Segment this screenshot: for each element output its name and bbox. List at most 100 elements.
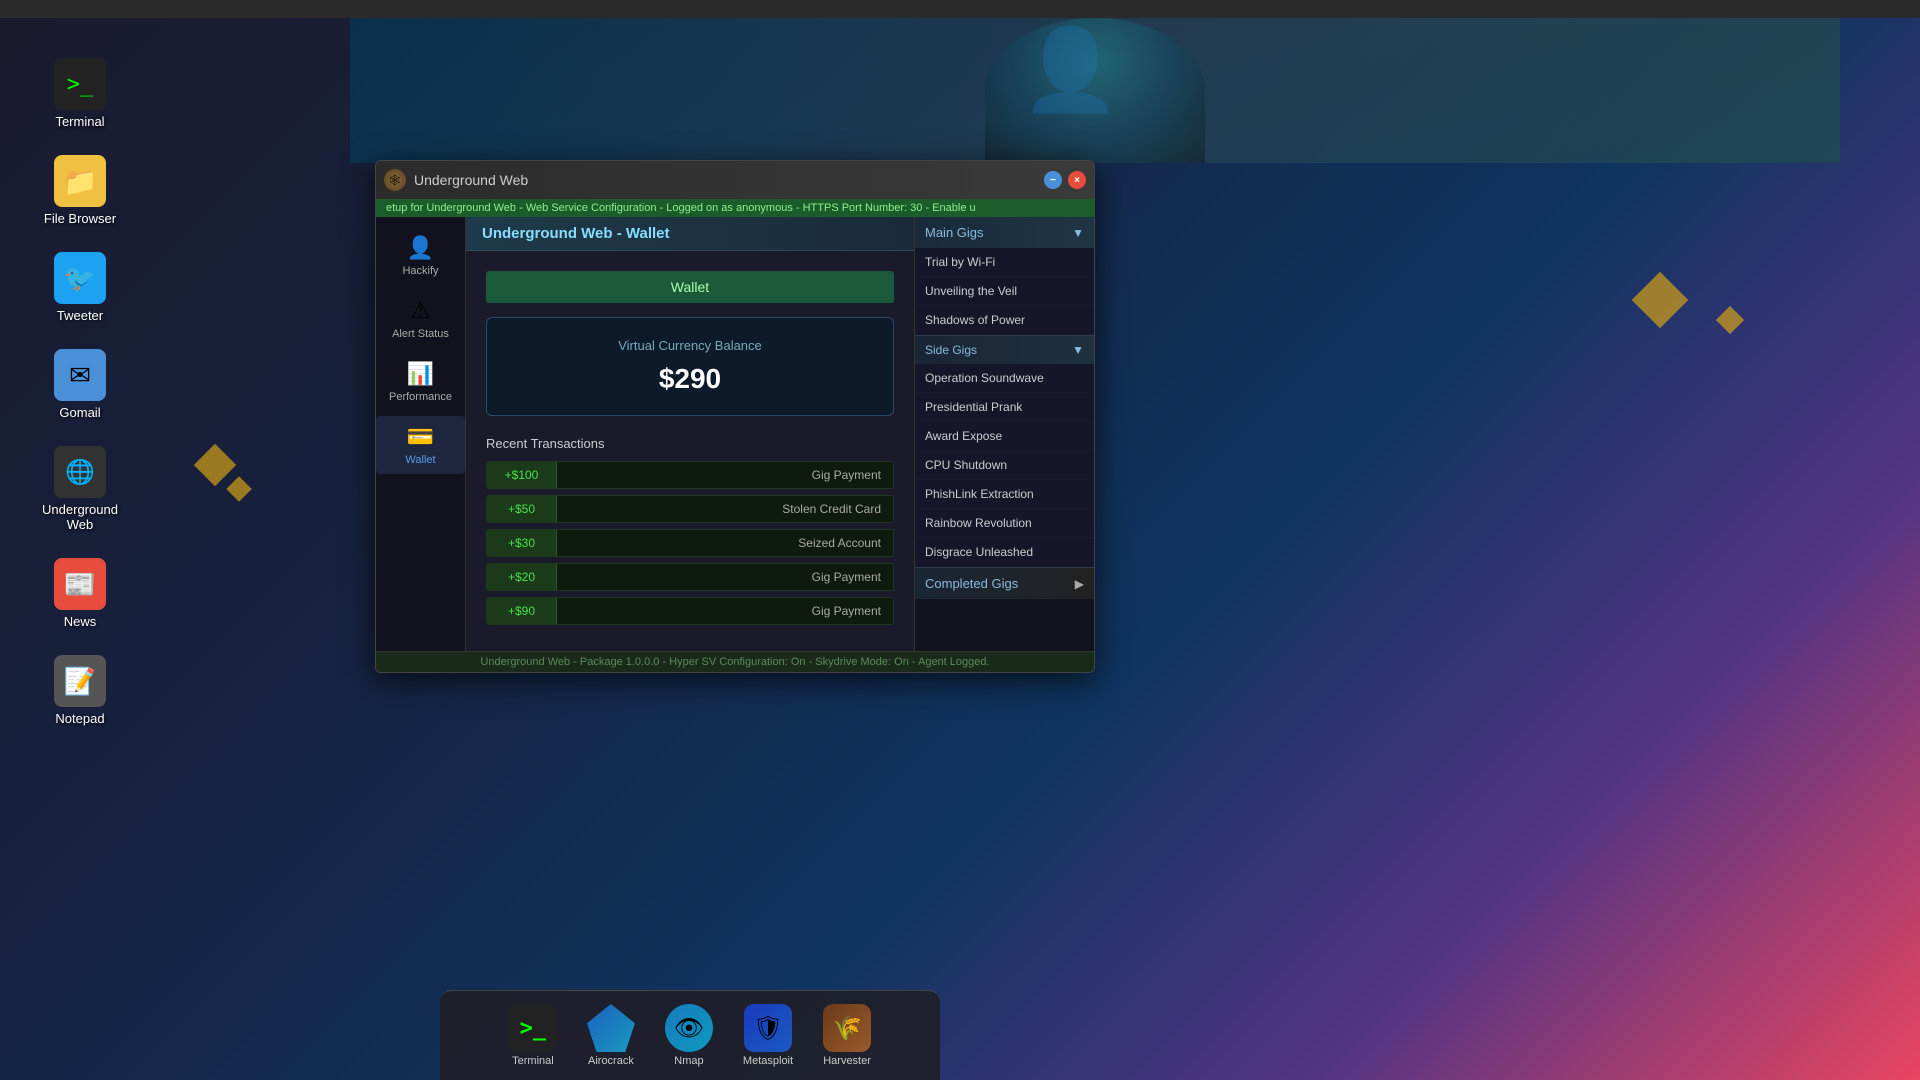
content-body: Wallet Virtual Currency Balance $290 Rec…	[466, 251, 914, 651]
tx-amount-4: +$90	[487, 598, 557, 624]
tx-desc-4: Gig Payment	[557, 598, 893, 624]
gig-operation-soundwave[interactable]: Operation Soundwave	[915, 364, 1094, 393]
taskbar-metasploit[interactable]: 🛡 Metasploit	[738, 999, 798, 1072]
tweeter-label: Tweeter	[57, 308, 103, 323]
gig-shadows-power[interactable]: Shadows of Power	[915, 306, 1094, 335]
gig-cpu-shutdown[interactable]: CPU Shutdown	[915, 451, 1094, 480]
desktop-icon-tweeter[interactable]: 🐦 Tweeter	[30, 244, 130, 331]
gig-disgrace-unleashed[interactable]: Disgrace Unleashed	[915, 538, 1094, 567]
sidebar-item-wallet[interactable]: 💳 Wallet	[376, 416, 465, 474]
transaction-row-4: +$90 Gig Payment	[486, 597, 894, 625]
gomail-label: Gomail	[59, 405, 100, 420]
diamond-deco-1	[1632, 272, 1689, 329]
window-close-button[interactable]: ×	[1068, 171, 1086, 189]
taskbar-top	[0, 0, 1920, 18]
tx-amount-3: +$20	[487, 564, 557, 590]
gig-rainbow-revolution[interactable]: Rainbow Revolution	[915, 509, 1094, 538]
taskbar-harvester[interactable]: 🌾 Harvester	[818, 999, 876, 1072]
taskbar-metasploit-label: Metasploit	[743, 1055, 793, 1067]
window-controls: − ×	[1044, 171, 1086, 189]
wallet-icon: 💳	[407, 424, 434, 450]
tx-desc-3: Gig Payment	[557, 564, 893, 590]
tx-amount-1: +$50	[487, 496, 557, 522]
app-window: 🕸 Underground Web − × etup for Undergrou…	[375, 160, 1095, 673]
taskbar-nmap-label: Nmap	[674, 1055, 703, 1067]
wallet-label: Wallet	[405, 454, 435, 466]
tx-amount-0: +$100	[487, 462, 557, 488]
balance-title: Virtual Currency Balance	[507, 338, 873, 353]
desktop-icon-terminal[interactable]: >_ Terminal	[30, 50, 130, 137]
performance-label: Performance	[389, 391, 452, 403]
news-label: News	[64, 614, 97, 629]
tweeter-icon: 🐦	[54, 252, 106, 304]
notepad-icon: 📝	[54, 655, 106, 707]
side-gigs-label: Side Gigs	[925, 343, 977, 357]
window-title: Underground Web	[414, 172, 1036, 188]
content-header: Underground Web - Wallet	[466, 217, 914, 251]
taskbar-terminal[interactable]: >_ Terminal	[504, 999, 562, 1072]
balance-card: Virtual Currency Balance $290	[486, 317, 894, 416]
taskbar-harvester-icon: 🌾	[823, 1004, 871, 1052]
sidebar: 👤 Hackify ⚠ Alert Status 📊 Performance 💳…	[376, 217, 466, 651]
transaction-row-0: +$100 Gig Payment	[486, 461, 894, 489]
portrait-area: 👤	[350, 18, 1840, 163]
taskbar-airocrack-label: Airocrack	[588, 1055, 634, 1067]
taskbar-metasploit-icon: 🛡	[744, 1004, 792, 1052]
window-minimize-button[interactable]: −	[1044, 171, 1062, 189]
gomail-icon: ✉	[54, 349, 106, 401]
gig-trial-wifi[interactable]: Trial by Wi-Fi	[915, 248, 1094, 277]
hackify-label: Hackify	[402, 265, 438, 277]
completed-gigs-header[interactable]: Completed Gigs ▶	[915, 567, 1094, 599]
window-app-icon: 🕸	[384, 169, 406, 191]
taskbar-harvester-label: Harvester	[823, 1055, 871, 1067]
taskbar-airocrack-icon	[587, 1004, 635, 1052]
desktop-icon-news[interactable]: 📰 News	[30, 550, 130, 637]
sidebar-item-hackify[interactable]: 👤 Hackify	[376, 227, 465, 285]
diamond-deco-5	[194, 444, 236, 486]
completed-gigs-label: Completed Gigs	[925, 576, 1018, 591]
underground-web-icon: 🌐	[54, 446, 106, 498]
main-gigs-header[interactable]: Main Gigs ▼	[915, 217, 1094, 248]
main-gigs-label: Main Gigs	[925, 225, 984, 240]
tx-desc-0: Gig Payment	[557, 462, 893, 488]
window-body: 👤 Hackify ⚠ Alert Status 📊 Performance 💳…	[376, 217, 1094, 651]
sidebar-item-alert-status[interactable]: ⚠ Alert Status	[376, 290, 465, 348]
news-icon: 📰	[54, 558, 106, 610]
status-bar: Underground Web - Package 1.0.0.0 - Hype…	[376, 651, 1094, 672]
transaction-row-3: +$20 Gig Payment	[486, 563, 894, 591]
transactions-title: Recent Transactions	[486, 436, 894, 451]
gig-award-expose[interactable]: Award Expose	[915, 422, 1094, 451]
completed-gigs-arrow: ▶	[1075, 577, 1084, 591]
desktop-icon-area: >_ Terminal 📁 File Browser 🐦 Tweeter ✉ G…	[0, 0, 160, 1080]
file-browser-label: File Browser	[44, 211, 116, 226]
main-gigs-chevron: ▼	[1072, 226, 1084, 240]
taskbar-nmap[interactable]: 👁 Nmap	[660, 999, 718, 1072]
desktop-icon-notepad[interactable]: 📝 Notepad	[30, 647, 130, 734]
transaction-row-2: +$30 Seized Account	[486, 529, 894, 557]
performance-icon: 📊	[407, 361, 434, 387]
transactions-section: Recent Transactions +$100 Gig Payment +$…	[486, 436, 894, 625]
side-gigs-header[interactable]: Side Gigs ▼	[915, 335, 1094, 364]
underground-web-label: Underground Web	[38, 502, 122, 532]
sidebar-item-performance[interactable]: 📊 Performance	[376, 353, 465, 411]
right-panel: Main Gigs ▼ Trial by Wi-Fi Unveiling the…	[914, 217, 1094, 651]
taskbar-nmap-icon: 👁	[665, 1004, 713, 1052]
gig-unveiling-veil[interactable]: Unveiling the Veil	[915, 277, 1094, 306]
balance-amount: $290	[507, 363, 873, 395]
alert-status-icon: ⚠	[411, 298, 431, 324]
desktop-icon-gomail[interactable]: ✉ Gomail	[30, 341, 130, 428]
desktop-icon-file-browser[interactable]: 📁 File Browser	[30, 147, 130, 234]
tx-desc-1: Stolen Credit Card	[557, 496, 893, 522]
file-browser-icon: 📁	[54, 155, 106, 207]
gig-phishlink-extraction[interactable]: PhishLink Extraction	[915, 480, 1094, 509]
terminal-icon: >_	[54, 58, 106, 110]
window-titlebar: 🕸 Underground Web − ×	[376, 161, 1094, 199]
gig-presidential-prank[interactable]: Presidential Prank	[915, 393, 1094, 422]
side-gigs-chevron: ▼	[1072, 343, 1084, 357]
taskbar-terminal-label: Terminal	[512, 1055, 554, 1067]
alert-status-label: Alert Status	[392, 328, 449, 340]
desktop-icon-underground-web[interactable]: 🌐 Underground Web	[30, 438, 130, 540]
hackify-icon: 👤	[407, 235, 434, 261]
taskbar-airocrack[interactable]: Airocrack	[582, 999, 640, 1072]
taskbar-bottom: >_ Terminal Airocrack 👁 Nmap 🛡 Metasploi…	[440, 990, 940, 1080]
